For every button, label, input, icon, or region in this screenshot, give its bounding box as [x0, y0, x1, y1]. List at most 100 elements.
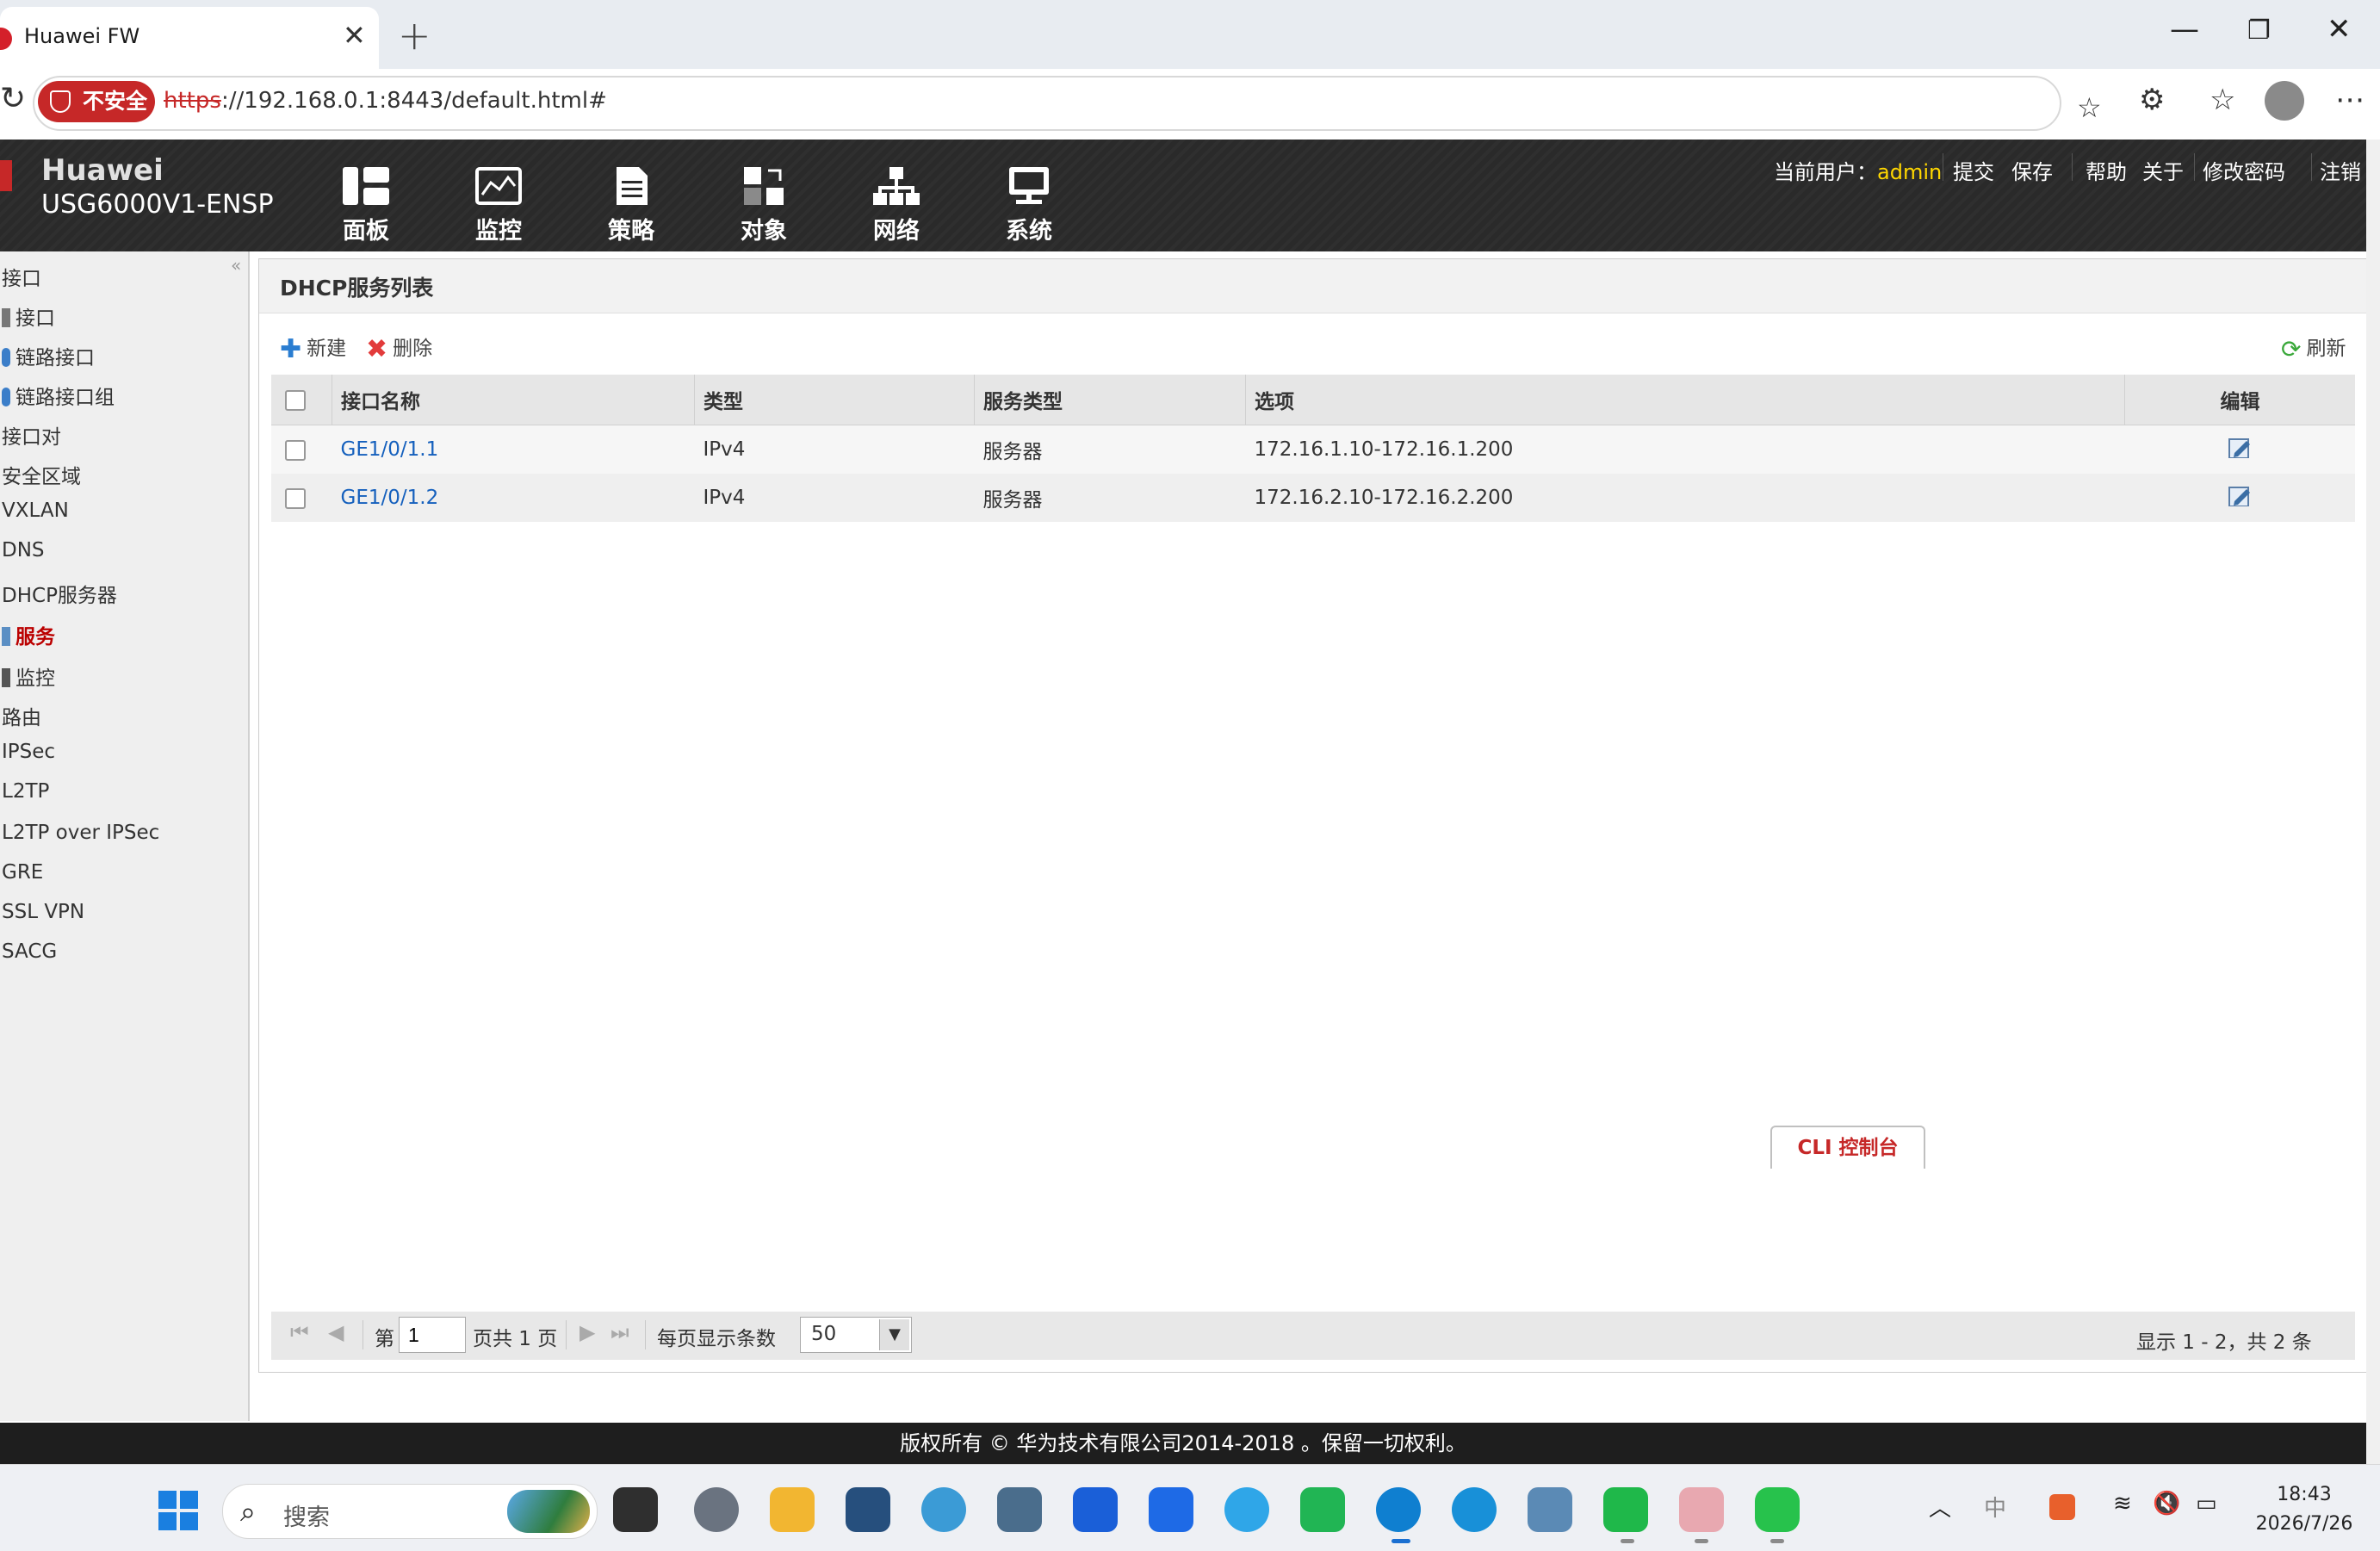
windows-start-button[interactable]	[158, 1491, 198, 1530]
browser-tab[interactable]: Huawei FW ✕	[0, 7, 379, 69]
favorites-icon[interactable]: ☆	[2210, 83, 2235, 117]
snipping-tool-icon[interactable]	[1679, 1487, 1724, 1532]
sidebar-item-vxlan[interactable]: VXLAN	[2, 499, 69, 522]
virtualbox-icon[interactable]	[997, 1487, 1042, 1532]
about-link[interactable]: 关于	[2142, 155, 2184, 185]
huawei-favicon-icon	[0, 28, 12, 50]
maximize-button[interactable]: ❐	[2247, 16, 2271, 46]
column-header-service-type[interactable]: 服务类型	[974, 375, 1246, 425]
tool-app-icon[interactable]	[1528, 1487, 1572, 1532]
sidebar-item-interface[interactable]: 接口	[2, 301, 55, 331]
task-view-icon[interactable]	[613, 1487, 658, 1532]
more-options-icon[interactable]: ⋯	[2335, 83, 2365, 117]
sidebar-item-l2tp[interactable]: L2TP	[2, 780, 49, 803]
first-page-icon[interactable]: ⏮	[290, 1320, 309, 1344]
page-number-input[interactable]	[399, 1317, 466, 1353]
lark-app-icon[interactable]	[1073, 1487, 1118, 1532]
reload-icon[interactable]: ↻	[0, 81, 26, 116]
cloud-app-icon[interactable]	[1224, 1487, 1269, 1532]
interface-link[interactable]: GE1/0/1.2	[341, 487, 439, 509]
sidebar-item-ssl-vpn[interactable]: SSL VPN	[2, 901, 84, 923]
chat-app-icon[interactable]	[1603, 1487, 1648, 1532]
address-bar[interactable]: 不安全 https ://192.168.0.1:8443/default.ht…	[33, 76, 2102, 131]
column-header-type[interactable]: 类型	[694, 375, 975, 425]
workbench-app-icon[interactable]	[846, 1487, 890, 1532]
sidebar-item-interface-group[interactable]: 接口	[2, 262, 41, 291]
edge-ai-icon[interactable]	[1452, 1487, 1497, 1532]
volume-muted-icon[interactable]: 🔇	[2153, 1491, 2180, 1517]
nav-network[interactable]: 网络	[849, 165, 944, 245]
nav-dashboard[interactable]: 面板	[319, 165, 413, 245]
settings-app-icon[interactable]	[694, 1487, 739, 1532]
per-page-select[interactable]: 50 ▼	[800, 1317, 912, 1353]
sidebar-item-gre[interactable]: GRE	[2, 861, 43, 884]
ensp-app-icon[interactable]	[921, 1487, 966, 1532]
next-page-icon[interactable]: ▶	[580, 1320, 595, 1344]
chevron-down-icon: ▼	[879, 1319, 909, 1350]
sidebar-item-link-interface-group[interactable]: 链路接口组	[2, 381, 115, 410]
logout-link[interactable]: 注销	[2320, 155, 2361, 185]
ime-indicator[interactable]: 中	[1984, 1491, 2006, 1523]
sidebar-item-sacg[interactable]: SACG	[2, 940, 57, 963]
row-checkbox[interactable]	[285, 439, 306, 461]
save-link[interactable]: 保存	[2011, 155, 2053, 185]
nav-system[interactable]: 系统	[982, 165, 1076, 245]
sidebar-item-dns[interactable]: DNS	[2, 539, 45, 561]
collapse-sidebar-icon[interactable]: «	[231, 255, 241, 276]
select-all-checkbox[interactable]	[285, 389, 306, 411]
edit-icon[interactable]	[2228, 484, 2252, 506]
sogou-ime-icon[interactable]	[2049, 1494, 2075, 1520]
sidebar-item-routing[interactable]: 路由	[2, 701, 41, 730]
nav-object[interactable]: 对象	[716, 165, 811, 245]
show-hidden-icons-chevron-up-icon[interactable]: ︿	[1929, 1491, 1951, 1523]
favorite-star-icon[interactable]: ☆	[2077, 91, 2102, 124]
close-window-button[interactable]: ✕	[2327, 12, 2352, 47]
taskbar-search[interactable]: ⌕ 搜索	[222, 1484, 598, 1539]
nav-monitor[interactable]: 监控	[451, 165, 546, 245]
network-icon	[873, 167, 920, 205]
edge-browser-icon[interactable]	[1376, 1487, 1421, 1532]
minimize-button[interactable]: —	[2170, 12, 2199, 47]
sidebar-item-service[interactable]: 服务	[2, 620, 55, 649]
new-tab-button[interactable]: +	[398, 12, 431, 59]
refresh-button[interactable]: ⟳ 刷新	[2281, 332, 2346, 363]
sidebar-item-interface-pair[interactable]: 接口对	[2, 420, 61, 450]
last-page-icon[interactable]: ⏭	[610, 1320, 629, 1344]
search-icon: ⌕	[240, 1495, 256, 1528]
messenger-app-icon[interactable]	[1149, 1487, 1193, 1532]
prev-page-icon[interactable]: ◀	[328, 1320, 344, 1344]
help-link[interactable]: 帮助	[2086, 155, 2127, 185]
interface-link[interactable]: GE1/0/1.1	[341, 438, 439, 461]
sidebar-item-dhcp-server[interactable]: DHCP服务器	[2, 579, 117, 608]
table-row[interactable]: GE1/0/1.2 IPv4 服务器 172.16.2.10-172.16.2.…	[271, 474, 2355, 522]
security-indicator[interactable]: 不安全	[38, 81, 155, 122]
new-button[interactable]: ✚ 新建	[280, 332, 346, 364]
submit-link[interactable]: 提交	[1953, 155, 1994, 185]
page-scrollbar[interactable]	[2366, 140, 2380, 1464]
sidebar-item-security-zone[interactable]: 安全区域	[2, 460, 81, 489]
extensions-icon[interactable]: ⚙	[2139, 83, 2165, 117]
delete-button[interactable]: ✖ 删除	[366, 332, 432, 364]
nav-policy[interactable]: 策略	[584, 165, 679, 245]
cell-type: IPv4	[694, 474, 975, 522]
row-checkbox[interactable]	[285, 487, 306, 509]
column-header-interface[interactable]: 接口名称	[332, 375, 695, 425]
wechat-icon[interactable]	[1755, 1487, 1800, 1532]
battery-icon[interactable]: ▭	[2196, 1491, 2217, 1517]
cli-console-button[interactable]: CLI 控制台	[1770, 1126, 1925, 1169]
change-password-link[interactable]: 修改密码	[2203, 155, 2285, 185]
nav-label: 面板	[343, 218, 389, 245]
column-header-options[interactable]: 选项	[1245, 375, 2125, 425]
file-explorer-icon[interactable]	[770, 1487, 815, 1532]
profile-avatar[interactable]	[2265, 81, 2304, 121]
table-row[interactable]: GE1/0/1.1 IPv4 服务器 172.16.1.10-172.16.1.…	[271, 425, 2355, 474]
sidebar-item-monitor[interactable]: 监控	[2, 661, 55, 691]
wifi-icon[interactable]: ≋	[2113, 1491, 2132, 1517]
edit-icon[interactable]	[2228, 436, 2252, 458]
notes-app-icon[interactable]	[1300, 1487, 1345, 1532]
sidebar-item-link-interface[interactable]: 链路接口	[2, 341, 95, 370]
sidebar-item-ipsec[interactable]: IPSec	[2, 741, 55, 763]
close-tab-icon[interactable]: ✕	[343, 19, 366, 52]
taskbar-clock[interactable]: 18:43 2026/7/26	[2235, 1480, 2373, 1539]
sidebar-item-l2tp-over-ipsec[interactable]: L2TP over IPSec	[2, 822, 159, 844]
